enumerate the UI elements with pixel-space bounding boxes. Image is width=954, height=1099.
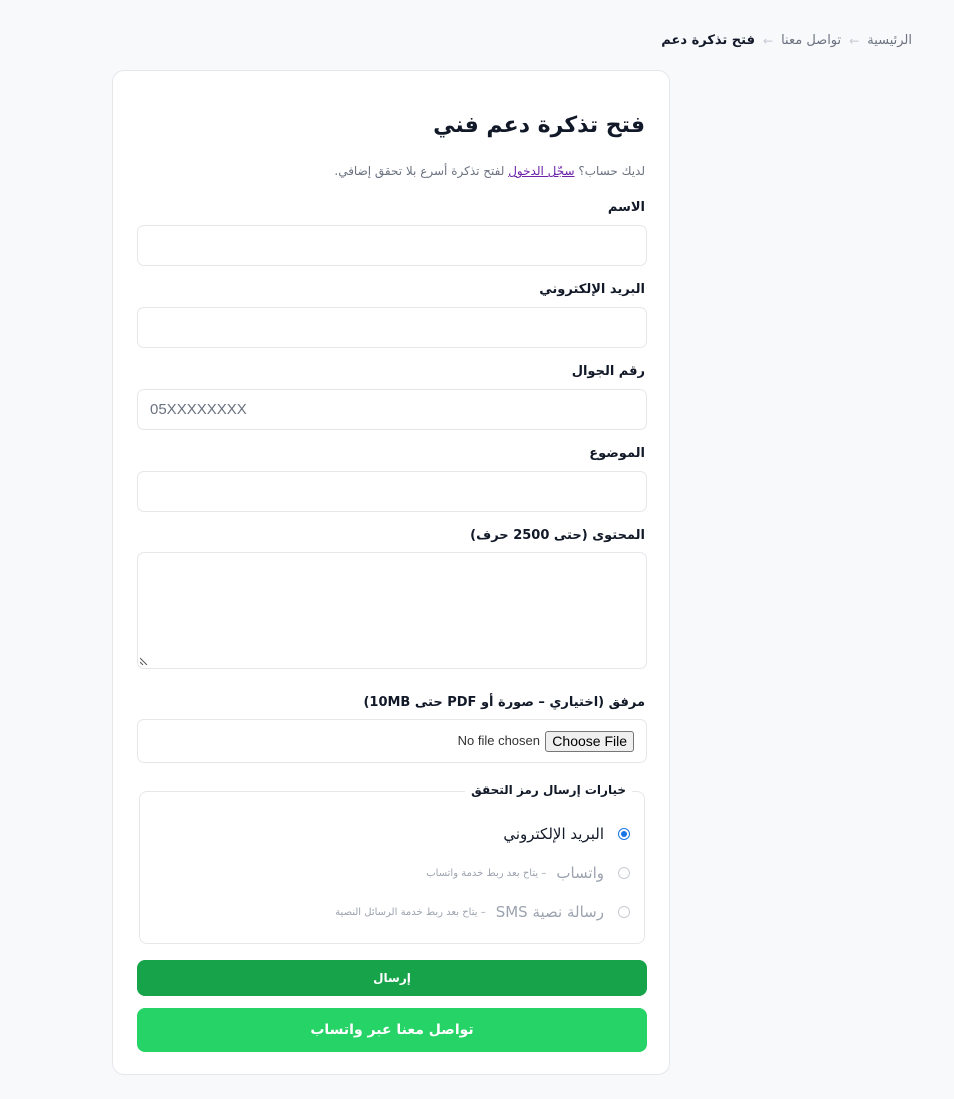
- submit-button[interactable]: إرسال: [137, 960, 647, 996]
- content-label: المحتوى (حتى 2500 حرف): [470, 528, 645, 543]
- option-whatsapp-note: – يتاح بعد ربط خدمة واتساب: [426, 867, 547, 879]
- login-hint-text: لديك حساب؟: [574, 164, 645, 178]
- radio-sms: [618, 906, 630, 918]
- breadcrumb: الرئيسية ← تواصل معنا ← فتح تذكرة دعم: [661, 33, 912, 48]
- breadcrumb-contact[interactable]: تواصل معنا: [781, 33, 841, 48]
- login-hint-suffix: لفتح تذكرة أسرع بلا تحقق إضافي.: [334, 164, 509, 178]
- verification-options: خيارات إرسال رمز التحقق البريد الإلكترون…: [139, 783, 645, 944]
- breadcrumb-arrow-icon: ←: [849, 33, 860, 48]
- email-label: البريد الإلكتروني: [539, 282, 645, 297]
- resize-handle-icon[interactable]: [140, 657, 148, 665]
- subject-label: الموضوع: [589, 446, 645, 461]
- file-input[interactable]: Choose File No file chosen: [137, 719, 647, 763]
- support-ticket-card: فتح تذكرة دعم فني لديك حساب؟ سجّل الدخول…: [112, 70, 670, 1075]
- subject-input[interactable]: [137, 471, 647, 512]
- attachment-label: مرفق (اختياري – صورة أو PDF حتى 10MB): [363, 695, 645, 710]
- radio-whatsapp: [618, 867, 630, 879]
- breadcrumb-current: فتح تذكرة دعم: [661, 33, 755, 48]
- choose-file-button[interactable]: Choose File: [545, 731, 634, 752]
- file-status: No file chosen: [457, 733, 540, 748]
- email-input[interactable]: [137, 307, 647, 348]
- option-sms-note: – يتاح بعد ربط خدمة الرسائل النصية: [335, 906, 486, 918]
- breadcrumb-arrow-icon: ←: [763, 33, 774, 48]
- option-email[interactable]: البريد الإلكتروني: [503, 825, 630, 843]
- option-sms: رسالة نصية SMS – يتاح بعد ربط خدمة الرسا…: [335, 903, 630, 921]
- login-link[interactable]: سجّل الدخول: [508, 164, 574, 178]
- phone-label: رقم الجوال: [571, 364, 645, 379]
- radio-email[interactable]: [618, 828, 630, 840]
- name-input[interactable]: [137, 225, 647, 266]
- verification-legend: خيارات إرسال رمز التحقق: [465, 783, 632, 797]
- breadcrumb-home[interactable]: الرئيسية: [867, 33, 912, 48]
- option-email-label: البريد الإلكتروني: [503, 825, 604, 843]
- login-hint: لديك حساب؟ سجّل الدخول لفتح تذكرة أسرع ب…: [334, 164, 645, 178]
- option-whatsapp: واتساب – يتاح بعد ربط خدمة واتساب: [426, 864, 630, 882]
- option-sms-label: رسالة نصية SMS: [495, 903, 604, 921]
- phone-input[interactable]: [137, 389, 647, 430]
- name-label: الاسم: [607, 200, 645, 215]
- option-whatsapp-label: واتساب: [556, 864, 604, 882]
- content-textarea[interactable]: [137, 552, 647, 669]
- page-title: فتح تذكرة دعم فني: [433, 113, 645, 138]
- whatsapp-contact-button[interactable]: تواصل معنا عبر واتساب: [137, 1008, 647, 1052]
